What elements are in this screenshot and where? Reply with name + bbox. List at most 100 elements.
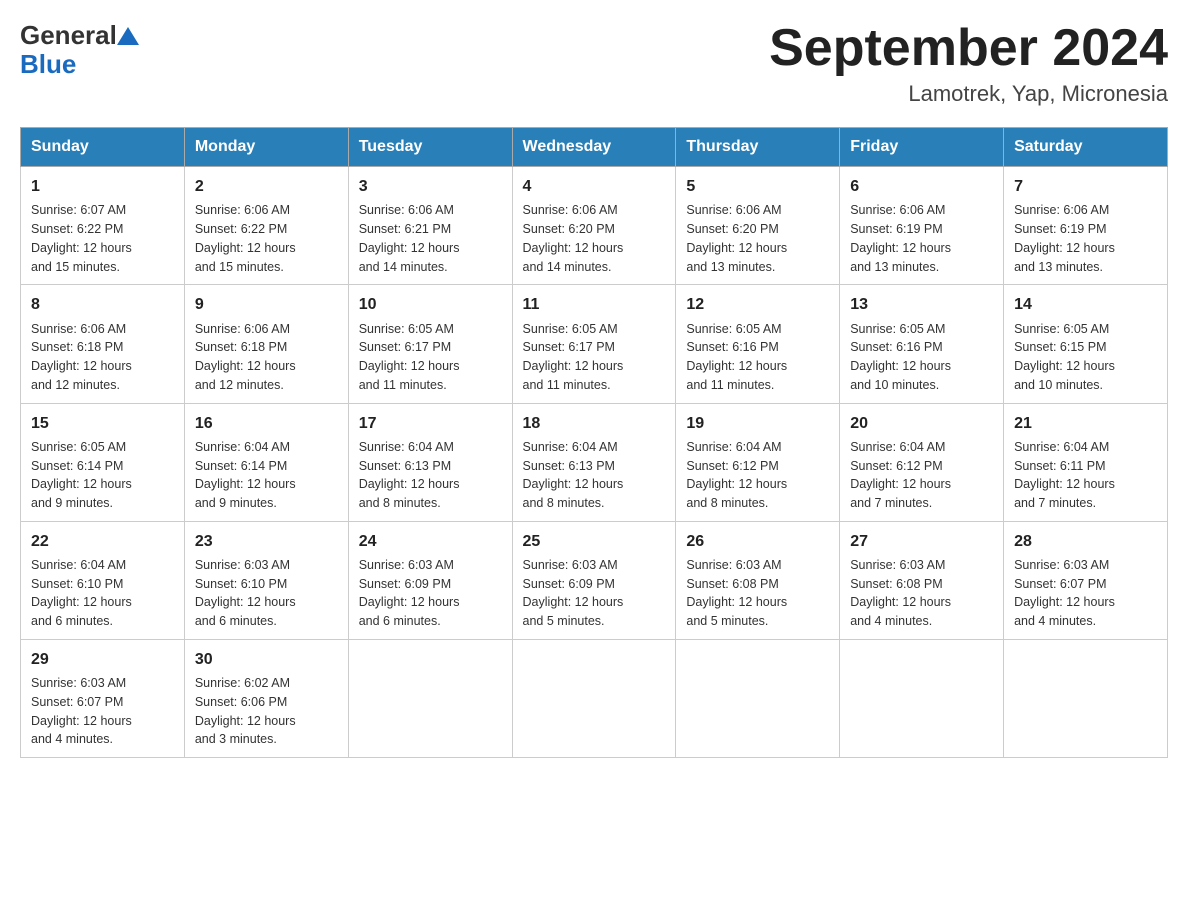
calendar-week-row: 15 Sunrise: 6:05 AM Sunset: 6:14 PM Dayli… [21, 403, 1168, 521]
calendar-table: SundayMondayTuesdayWednesdayThursdayFrid… [20, 127, 1168, 758]
day-number: 3 [359, 175, 502, 198]
calendar-day-header: Sunday [21, 128, 185, 167]
day-info: Sunrise: 6:05 AM Sunset: 6:14 PM Dayligh… [31, 438, 174, 513]
day-number: 21 [1014, 412, 1157, 435]
calendar-day-cell: 18 Sunrise: 6:04 AM Sunset: 6:13 PM Dayli… [512, 403, 676, 521]
calendar-day-cell: 13 Sunrise: 6:05 AM Sunset: 6:16 PM Dayli… [840, 285, 1004, 403]
calendar-day-cell [512, 639, 676, 757]
day-info: Sunrise: 6:06 AM Sunset: 6:18 PM Dayligh… [31, 320, 174, 395]
day-number: 26 [686, 530, 829, 553]
logo-icon [117, 25, 139, 47]
calendar-day-cell: 12Sunrise: 6:05 AM Sunset: 6:16 PM Dayli… [676, 285, 840, 403]
day-number: 20 [850, 412, 993, 435]
calendar-day-header: Monday [184, 128, 348, 167]
calendar-day-cell: 8 Sunrise: 6:06 AM Sunset: 6:18 PM Daylig… [21, 285, 185, 403]
calendar-day-header: Saturday [1004, 128, 1168, 167]
day-info: Sunrise: 6:05 AM Sunset: 6:17 PM Dayligh… [523, 320, 666, 395]
day-info: Sunrise: 6:04 AM Sunset: 6:12 PM Dayligh… [850, 438, 993, 513]
calendar-day-cell [676, 639, 840, 757]
logo-general-text: General [20, 20, 117, 51]
day-number: 19 [686, 412, 829, 435]
calendar-day-header: Tuesday [348, 128, 512, 167]
calendar-header-row: SundayMondayTuesdayWednesdayThursdayFrid… [21, 128, 1168, 167]
day-number: 22 [31, 530, 174, 553]
day-info: Sunrise: 6:06 AM Sunset: 6:22 PM Dayligh… [195, 201, 338, 276]
month-title: September 2024 [769, 20, 1168, 77]
location-title: Lamotrek, Yap, Micronesia [769, 81, 1168, 107]
logo: General Blue [20, 20, 139, 77]
calendar-day-cell: 11 Sunrise: 6:05 AM Sunset: 6:17 PM Dayli… [512, 285, 676, 403]
day-number: 27 [850, 530, 993, 553]
calendar-day-cell: 21 Sunrise: 6:04 AM Sunset: 6:11 PM Dayli… [1004, 403, 1168, 521]
calendar-day-cell: 25 Sunrise: 6:03 AM Sunset: 6:09 PM Dayli… [512, 521, 676, 639]
calendar-day-cell: 24Sunrise: 6:03 AM Sunset: 6:09 PM Dayli… [348, 521, 512, 639]
day-info: Sunrise: 6:03 AM Sunset: 6:10 PM Dayligh… [195, 556, 338, 631]
day-info: Sunrise: 6:06 AM Sunset: 6:20 PM Dayligh… [523, 201, 666, 276]
day-info: Sunrise: 6:07 AM Sunset: 6:22 PM Dayligh… [31, 201, 174, 276]
calendar-day-cell: 3 Sunrise: 6:06 AM Sunset: 6:21 PM Daylig… [348, 167, 512, 285]
day-info: Sunrise: 6:04 AM Sunset: 6:13 PM Dayligh… [359, 438, 502, 513]
day-number: 15 [31, 412, 174, 435]
day-info: Sunrise: 6:02 AM Sunset: 6:06 PM Dayligh… [195, 674, 338, 749]
day-info: Sunrise: 6:05 AM Sunset: 6:16 PM Dayligh… [850, 320, 993, 395]
logo-blue-text: Blue [20, 51, 139, 77]
calendar-day-header: Friday [840, 128, 1004, 167]
calendar-day-cell: 2 Sunrise: 6:06 AM Sunset: 6:22 PM Daylig… [184, 167, 348, 285]
calendar-week-row: 1 Sunrise: 6:07 AM Sunset: 6:22 PM Daylig… [21, 167, 1168, 285]
calendar-day-cell [840, 639, 1004, 757]
calendar-week-row: 29 Sunrise: 6:03 AM Sunset: 6:07 PM Dayli… [21, 639, 1168, 757]
day-number: 2 [195, 175, 338, 198]
title-block: September 2024 Lamotrek, Yap, Micronesia [769, 20, 1168, 107]
day-info: Sunrise: 6:06 AM Sunset: 6:19 PM Dayligh… [1014, 201, 1157, 276]
calendar-day-cell: 29 Sunrise: 6:03 AM Sunset: 6:07 PM Dayli… [21, 639, 185, 757]
day-number: 23 [195, 530, 338, 553]
calendar-day-cell: 9Sunrise: 6:06 AM Sunset: 6:18 PM Daylig… [184, 285, 348, 403]
day-number: 29 [31, 648, 174, 671]
day-info: Sunrise: 6:03 AM Sunset: 6:09 PM Dayligh… [523, 556, 666, 631]
calendar-week-row: 22 Sunrise: 6:04 AM Sunset: 6:10 PM Dayli… [21, 521, 1168, 639]
calendar-week-row: 8 Sunrise: 6:06 AM Sunset: 6:18 PM Daylig… [21, 285, 1168, 403]
day-info: Sunrise: 6:04 AM Sunset: 6:10 PM Dayligh… [31, 556, 174, 631]
day-number: 30 [195, 648, 338, 671]
calendar-day-cell: 26Sunrise: 6:03 AM Sunset: 6:08 PM Dayli… [676, 521, 840, 639]
calendar-day-cell: 16Sunrise: 6:04 AM Sunset: 6:14 PM Dayli… [184, 403, 348, 521]
day-number: 8 [31, 293, 174, 316]
day-info: Sunrise: 6:03 AM Sunset: 6:07 PM Dayligh… [1014, 556, 1157, 631]
day-info: Sunrise: 6:03 AM Sunset: 6:08 PM Dayligh… [850, 556, 993, 631]
day-number: 6 [850, 175, 993, 198]
day-info: Sunrise: 6:05 AM Sunset: 6:15 PM Dayligh… [1014, 320, 1157, 395]
day-number: 11 [523, 293, 666, 316]
day-info: Sunrise: 6:04 AM Sunset: 6:11 PM Dayligh… [1014, 438, 1157, 513]
calendar-day-cell [348, 639, 512, 757]
calendar-day-cell: 15 Sunrise: 6:05 AM Sunset: 6:14 PM Dayli… [21, 403, 185, 521]
day-number: 28 [1014, 530, 1157, 553]
day-info: Sunrise: 6:03 AM Sunset: 6:09 PM Dayligh… [359, 556, 502, 631]
day-info: Sunrise: 6:06 AM Sunset: 6:19 PM Dayligh… [850, 201, 993, 276]
day-info: Sunrise: 6:04 AM Sunset: 6:13 PM Dayligh… [523, 438, 666, 513]
day-info: Sunrise: 6:04 AM Sunset: 6:14 PM Dayligh… [195, 438, 338, 513]
calendar-day-cell: 27 Sunrise: 6:03 AM Sunset: 6:08 PM Dayli… [840, 521, 1004, 639]
day-number: 13 [850, 293, 993, 316]
day-number: 1 [31, 175, 174, 198]
day-number: 4 [523, 175, 666, 198]
calendar-day-cell: 17Sunrise: 6:04 AM Sunset: 6:13 PM Dayli… [348, 403, 512, 521]
calendar-day-cell: 10Sunrise: 6:05 AM Sunset: 6:17 PM Dayli… [348, 285, 512, 403]
day-number: 18 [523, 412, 666, 435]
day-number: 5 [686, 175, 829, 198]
calendar-day-cell: 20 Sunrise: 6:04 AM Sunset: 6:12 PM Dayli… [840, 403, 1004, 521]
calendar-day-header: Wednesday [512, 128, 676, 167]
day-info: Sunrise: 6:06 AM Sunset: 6:21 PM Dayligh… [359, 201, 502, 276]
calendar-day-cell: 1 Sunrise: 6:07 AM Sunset: 6:22 PM Daylig… [21, 167, 185, 285]
day-info: Sunrise: 6:06 AM Sunset: 6:20 PM Dayligh… [686, 201, 829, 276]
calendar-day-cell: 30 Sunrise: 6:02 AM Sunset: 6:06 PM Dayli… [184, 639, 348, 757]
calendar-day-cell: 23 Sunrise: 6:03 AM Sunset: 6:10 PM Dayli… [184, 521, 348, 639]
day-number: 10 [359, 293, 502, 316]
calendar-day-cell: 4 Sunrise: 6:06 AM Sunset: 6:20 PM Daylig… [512, 167, 676, 285]
day-number: 25 [523, 530, 666, 553]
calendar-day-cell: 22 Sunrise: 6:04 AM Sunset: 6:10 PM Dayli… [21, 521, 185, 639]
day-info: Sunrise: 6:04 AM Sunset: 6:12 PM Dayligh… [686, 438, 829, 513]
day-number: 9 [195, 293, 338, 316]
day-info: Sunrise: 6:03 AM Sunset: 6:07 PM Dayligh… [31, 674, 174, 749]
page-header: General Blue September 2024 Lamotrek, Ya… [20, 20, 1168, 107]
day-number: 12 [686, 293, 829, 316]
